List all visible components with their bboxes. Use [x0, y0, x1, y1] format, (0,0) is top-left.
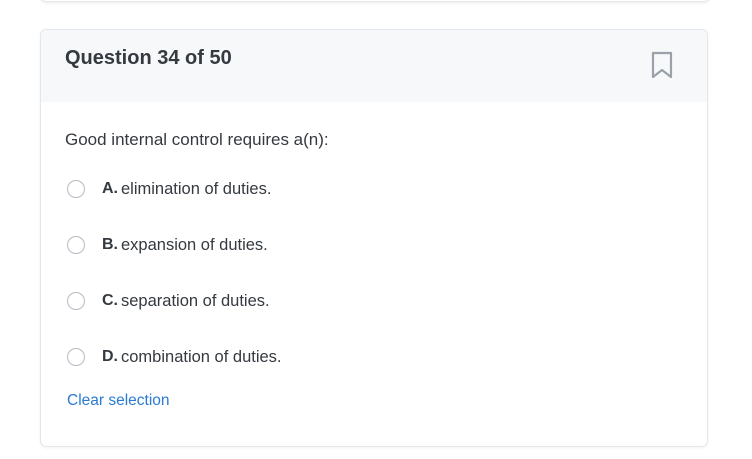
radio-c[interactable]: [67, 292, 85, 310]
option-letter: C.: [102, 292, 118, 309]
radio-a[interactable]: [67, 180, 85, 198]
option-b[interactable]: B. expansion of duties.: [67, 233, 268, 257]
bookmark-icon: [651, 51, 673, 79]
question-card: Question 34 of 50 Good internal control …: [40, 29, 708, 447]
radio-d[interactable]: [67, 348, 85, 366]
bookmark-button[interactable]: [649, 51, 675, 79]
option-c[interactable]: C. separation of duties.: [67, 289, 270, 313]
previous-question-card: [40, 0, 710, 2]
option-text: expansion of duties.: [121, 235, 268, 254]
question-header: Question 34 of 50: [41, 30, 707, 102]
radio-b[interactable]: [67, 236, 85, 254]
option-letter: D.: [102, 348, 118, 365]
option-text: separation of duties.: [121, 291, 270, 310]
clear-selection-link[interactable]: Clear selection: [67, 392, 170, 410]
option-letter: B.: [102, 236, 118, 253]
option-text: elimination of duties.: [121, 179, 272, 198]
option-text: combination of duties.: [121, 347, 282, 366]
option-letter: A.: [102, 180, 118, 197]
question-title: Question 34 of 50: [65, 47, 232, 69]
question-text: Good internal control requires a(n):: [65, 130, 329, 149]
option-d[interactable]: D. combination of duties.: [67, 345, 282, 369]
option-a[interactable]: A. elimination of duties.: [67, 177, 271, 201]
